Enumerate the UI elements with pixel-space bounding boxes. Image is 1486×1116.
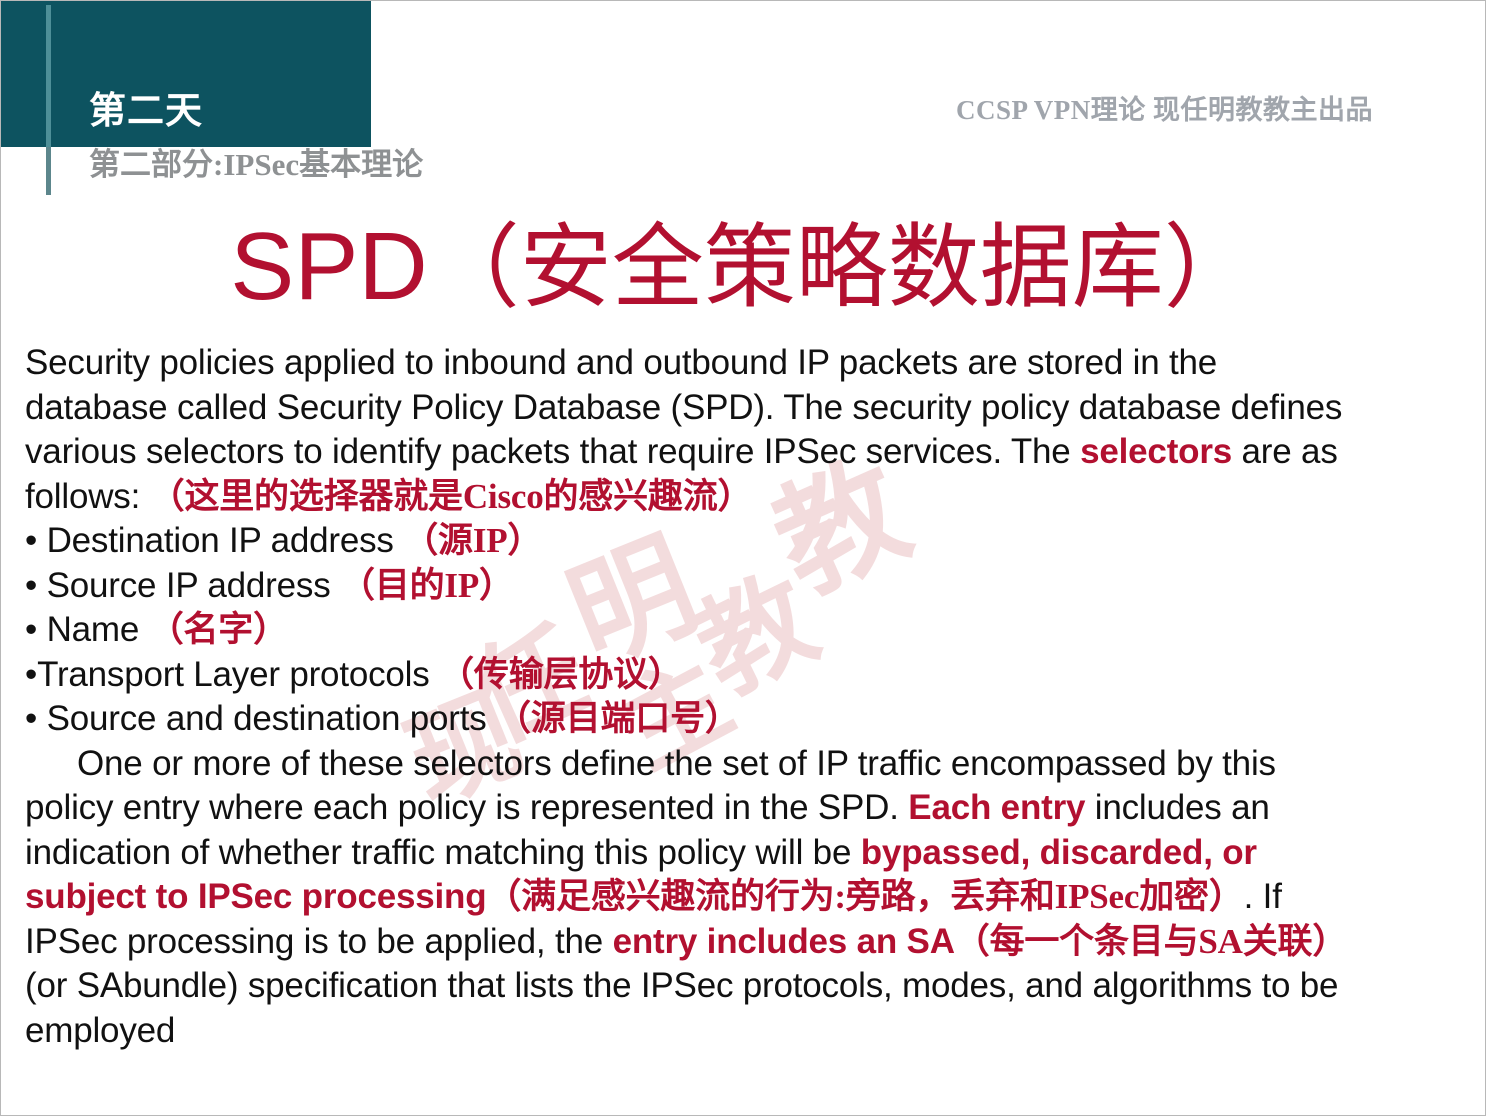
bullet-text-cn: （源IP） bbox=[403, 521, 543, 560]
list-item: • Destination IP address （源IP） bbox=[25, 519, 1465, 564]
paragraph1-line3-b: are as bbox=[1232, 432, 1338, 471]
bullet-text-en: Source and destination ports bbox=[46, 699, 497, 738]
page-title: SPD（安全策略数据库） bbox=[1, 216, 1485, 319]
bullet-marker: • bbox=[25, 699, 38, 738]
paragraph2-line5: IPSec processing is to be applied, the e… bbox=[25, 920, 1465, 965]
part-label: 第二部分:IPSec基本理论 bbox=[89, 147, 424, 182]
bullet-text-en: Destination IP address bbox=[46, 521, 404, 560]
bullet-marker: • bbox=[25, 565, 38, 605]
bullet-text-en: Transport Layer protocols bbox=[37, 654, 440, 694]
paragraph2-line3: indication of whether traffic matching t… bbox=[25, 831, 1465, 876]
bullet-marker: • bbox=[25, 654, 38, 694]
paragraph2-line4: subject to IPSec processing（满足感兴趣流的行为:旁路… bbox=[25, 875, 1465, 920]
paragraph2-line4-cn: （满足感兴趣流的行为:旁路，丢弃和IPSec加密） bbox=[486, 877, 1244, 916]
bullet-text-en: Name bbox=[46, 610, 149, 649]
keyword-subject-to-ipsec: subject to IPSec processing bbox=[25, 877, 487, 916]
paragraph1-line4: follows: （这里的选择器就是Cisco的感兴趣流） bbox=[25, 475, 1465, 520]
paragraph1-line4-a: follows: bbox=[25, 476, 150, 516]
course-tag-label: CCSP VPN理论 现任明教教主出品 bbox=[955, 95, 1373, 125]
paragraph2-line2: policy entry where each policy is repres… bbox=[25, 786, 1465, 831]
bullet-text-cn: （源目端口号） bbox=[496, 699, 740, 738]
keyword-selectors: selectors bbox=[1080, 432, 1233, 471]
paragraph2-line5-cn: （每一个条目与SA关联） bbox=[954, 921, 1348, 961]
paragraph2-line2-a: policy entry where each policy is repres… bbox=[25, 788, 909, 827]
paragraph2-line7: employed bbox=[25, 1010, 176, 1050]
list-item: •Transport Layer protocols （传输层协议） bbox=[25, 653, 1465, 698]
slide-canvas: 第二天 第二部分:IPSec基本理论 CCSP VPN理论 现任明教教主出品 主… bbox=[0, 0, 1486, 1116]
bullet-text-cn: （目的IP） bbox=[340, 565, 514, 605]
paragraph2-line6: (or SAbundle) specification that lists t… bbox=[25, 966, 1339, 1005]
paragraph2-line1: One or more of these selectors define th… bbox=[77, 743, 1276, 783]
list-item: • Source and destination ports （源目端口号） bbox=[25, 697, 1465, 742]
bullet-text-cn: （传输层协议） bbox=[439, 654, 683, 694]
paragraph2-line5-a: IPSec processing is to be applied, the bbox=[25, 921, 613, 961]
bullet-marker: • bbox=[25, 521, 38, 560]
list-item: • Source IP address （目的IP） bbox=[25, 564, 1465, 609]
paragraph1-line3-a: various selectors to identify packets th… bbox=[25, 432, 1081, 471]
paragraph1-line4-cn: （这里的选择器就是Cisco的感兴趣流） bbox=[149, 476, 753, 516]
keyword-entry-includes-sa: entry includes an SA bbox=[612, 921, 955, 961]
keyword-bypassed-discarded: bypassed, discarded, or bbox=[860, 832, 1257, 872]
paragraph2-line2-b: includes an bbox=[1085, 788, 1270, 827]
page-title-latin: SPD bbox=[230, 213, 428, 320]
body-content: Security policies applied to inbound and… bbox=[25, 341, 1465, 1053]
bullet-text-en: Source IP address bbox=[46, 565, 341, 605]
bullet-marker: • bbox=[25, 610, 38, 649]
header-vertical-rule-lower bbox=[46, 147, 51, 195]
list-item: • Name （名字） bbox=[25, 608, 1465, 653]
paragraph1-line1: Security policies applied to inbound and… bbox=[25, 343, 1218, 382]
keyword-each-entry: Each entry bbox=[908, 788, 1086, 827]
paragraph1-line3: various selectors to identify packets th… bbox=[25, 430, 1465, 475]
day-label: 第二天 bbox=[89, 91, 203, 132]
page-title-cjk: （安全策略数据库） bbox=[427, 217, 1256, 319]
paragraph2-line4-b: . If bbox=[1243, 877, 1282, 916]
bullet-text-cn: （名字） bbox=[148, 610, 288, 649]
paragraph1-line2: database called Security Policy Database… bbox=[25, 387, 1343, 427]
paragraph2-line3-a: indication of whether traffic matching t… bbox=[25, 832, 861, 872]
